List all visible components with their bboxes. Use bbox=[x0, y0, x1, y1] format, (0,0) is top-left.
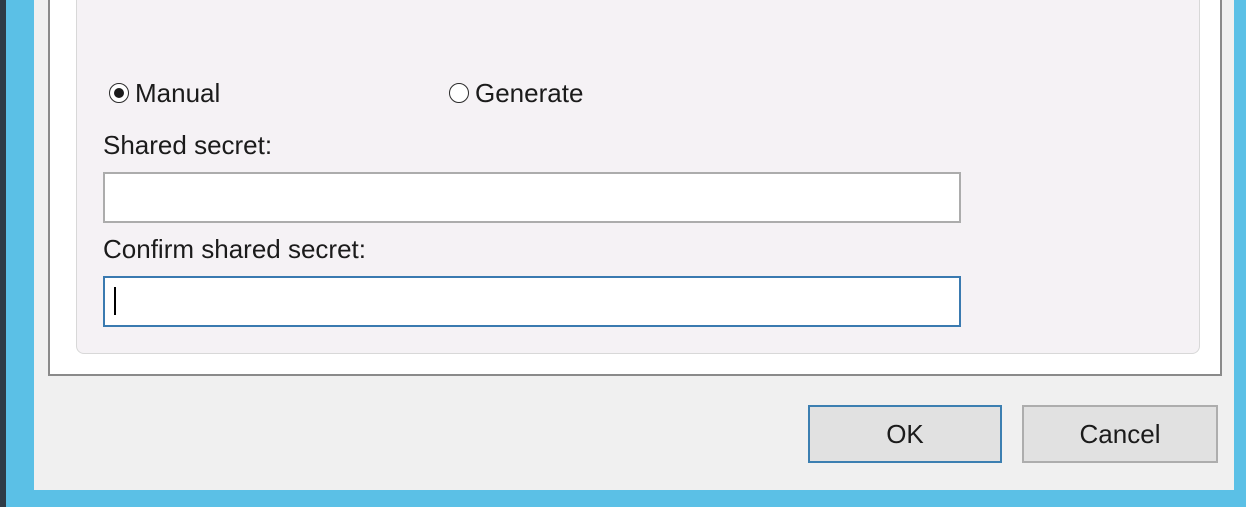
generate-radio-indicator[interactable] bbox=[449, 83, 469, 103]
tab-page: Manual Generate Shared secret: Confirm s… bbox=[48, 0, 1222, 376]
shared-secret-label: Shared secret: bbox=[103, 130, 273, 160]
window-left-edge bbox=[0, 0, 6, 507]
window-frame: Manual Generate Shared secret: Confirm s… bbox=[0, 0, 1246, 507]
text-caret bbox=[114, 287, 116, 315]
cancel-button[interactable]: Cancel bbox=[1022, 405, 1218, 463]
manual-radio-label[interactable]: Manual bbox=[135, 78, 220, 108]
dialog-client-area: Manual Generate Shared secret: Confirm s… bbox=[34, 0, 1234, 490]
confirm-shared-secret-label: Confirm shared secret: bbox=[103, 234, 366, 264]
confirm-shared-secret-input[interactable] bbox=[103, 276, 961, 327]
ok-button[interactable]: OK bbox=[808, 405, 1002, 463]
shared-secret-input[interactable] bbox=[103, 172, 961, 223]
generate-radio-label[interactable]: Generate bbox=[475, 78, 583, 108]
radio-selected-dot bbox=[114, 88, 124, 98]
manual-radio-indicator[interactable] bbox=[109, 83, 129, 103]
manual-radio[interactable]: Manual bbox=[109, 78, 220, 108]
generate-radio[interactable]: Generate bbox=[449, 78, 583, 108]
shared-secret-group: Manual Generate Shared secret: Confirm s… bbox=[76, 0, 1200, 354]
